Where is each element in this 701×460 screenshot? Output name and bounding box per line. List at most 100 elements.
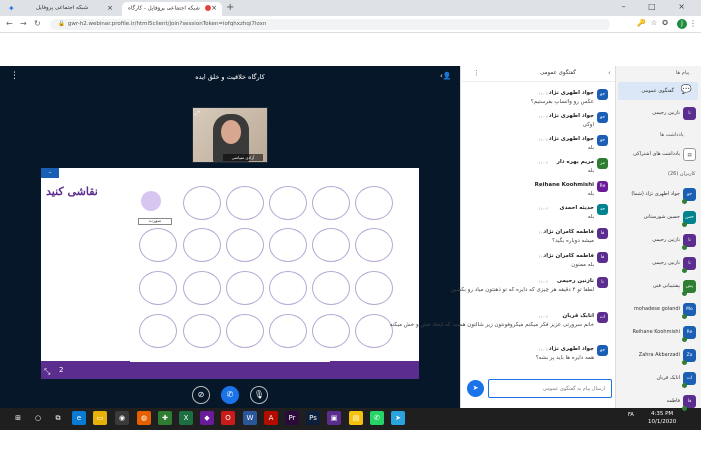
webcam-face [221, 120, 241, 144]
edge-icon[interactable]: e [72, 411, 86, 425]
folder-icon[interactable]: ▭ [93, 411, 107, 425]
public-chat-label: گفتگوی عمومی [641, 88, 674, 94]
message-time: ۱۱:۰۶ [538, 254, 548, 259]
photoshop-icon[interactable]: Ps [306, 411, 320, 425]
user-list-item[interactable]: حس حسین شورستانی [617, 208, 699, 228]
message-text: بله [587, 214, 594, 220]
camera-button[interactable]: ⊘ [192, 386, 210, 404]
avatar: Re [597, 181, 608, 192]
expand-icon[interactable]: ⤢ [195, 110, 200, 118]
browser-tabbar: ✦ شبکه اجتماعی پروفایل × شبکه اجتماعی پر… [0, 0, 701, 16]
chat-input[interactable]: ارسال پیام به گفتگوی عمومی [488, 379, 612, 398]
tab-active[interactable]: شبکه اجتماعی پروفایل - کارگاه × [122, 2, 222, 16]
chat-message: نا نازنین رحیمی ۱۱:۰۶ لطفا تو ۴ دقیقه هر چی… [451, 277, 608, 301]
sender-name: جواد اطهری نژاد [548, 136, 594, 142]
user-name: اتابک قربان [656, 375, 681, 381]
browser-menu-icon[interactable]: ⋮ [689, 19, 697, 28]
message-text: بله [587, 191, 594, 197]
message-time: ۱۱:۰۶ [538, 137, 548, 142]
whatsapp-icon[interactable]: ✆ [370, 411, 384, 425]
app-icon: ✦ [8, 4, 15, 13]
user-list-item[interactable]: نا نازنین رحیمی [617, 254, 699, 274]
whiteboard-minimize-button[interactable]: – [41, 168, 59, 178]
excel-icon[interactable]: X [179, 411, 193, 425]
chat-message: جو جواد اطهری نژاد ۱۱:۰۶ بله [468, 135, 608, 159]
user-list-item[interactable]: Za Zahra Akbarzadi [617, 346, 699, 366]
drawn-circle [312, 186, 350, 220]
message-time: ۱۱:۰۶ [538, 230, 548, 235]
drawn-circle [226, 314, 264, 348]
user-list-item[interactable]: نا نازنین رحیمی [617, 231, 699, 251]
user-name: پشتیبانی فنی [652, 283, 680, 289]
drawn-circle [139, 228, 177, 262]
new-tab-button[interactable]: + [226, 2, 234, 13]
avatar: ات [597, 312, 608, 323]
tab-close-icon[interactable]: × [107, 4, 113, 12]
notes-icon[interactable]: ▤ [349, 411, 363, 425]
user-list-item[interactable]: پش پشتیبانی فنی [617, 277, 699, 297]
chat-back-icon[interactable]: ‹ [608, 69, 611, 77]
shared-notes-item[interactable]: ▤ یادداشت های اشتراکی [617, 145, 699, 165]
drawn-circle [355, 271, 393, 305]
send-button[interactable]: ➤ [467, 380, 484, 397]
window-controls[interactable]: – □ × [622, 2, 695, 11]
status-dot [682, 291, 687, 296]
app-icon[interactable]: ◆ [200, 411, 214, 425]
start-icon[interactable]: ⊞ [11, 411, 25, 425]
user-name: جواد اطهری نژاد (شما) [631, 191, 680, 197]
forward-icon[interactable]: → [20, 19, 27, 28]
status-dot [682, 383, 687, 388]
messages-header: پیام ها [676, 70, 690, 76]
chat-message: ات اتابک قربان ۱۱:۰۶ خانم سرورتی عزیز فکر م… [390, 312, 608, 336]
extension-icons[interactable]: 🔑☆✪ [637, 19, 673, 27]
users-toggle-icon[interactable]: ‹👤 [440, 72, 452, 80]
drawn-circle [312, 228, 350, 262]
user-list-item[interactable]: Mo mohadese golandi [617, 300, 699, 320]
chat-options-icon[interactable]: ⋮ [473, 69, 480, 77]
user-list-item[interactable]: ات اتابک قربان [617, 369, 699, 389]
acrobat-icon[interactable]: A [264, 411, 278, 425]
search-icon[interactable]: ○ [31, 411, 45, 425]
mic-button[interactable]: 🎙 [250, 386, 268, 404]
back-icon[interactable]: ← [6, 19, 13, 28]
drawn-circle [269, 228, 307, 262]
webcam-tile[interactable]: ⤢ آزادی سپاسی [192, 107, 268, 163]
chat-message: جو جواد اطهری نژاد ۱۱:۰۶ همه دایره ها باید … [468, 345, 608, 369]
taskbar-language[interactable]: FA [628, 411, 634, 419]
user-list-item[interactable]: فا فاطمه [617, 392, 699, 412]
word-icon[interactable]: W [243, 411, 257, 425]
app-icon[interactable]: ✚ [158, 411, 172, 425]
url-field[interactable]: 🔒 gwr-h2.webinar.profile.ir/html5client/j… [50, 19, 610, 30]
telegram-icon[interactable]: ➤ [391, 411, 405, 425]
audio-phone-button[interactable]: ✆ [221, 386, 239, 404]
options-menu-icon[interactable]: ⋮ [10, 71, 19, 81]
taskbar-clock[interactable]: 4:35 PM 10/1/2020 [648, 410, 676, 426]
profile-avatar[interactable]: J [677, 19, 687, 29]
app-icon[interactable]: ▣ [327, 411, 341, 425]
tab-inactive[interactable]: شبکه اجتماعی پروفایل × [30, 2, 118, 16]
public-chat-item[interactable]: گفتگوی عمومی 💬 [618, 82, 698, 100]
firefox-icon[interactable]: ◍ [137, 411, 151, 425]
drawn-circle [183, 228, 221, 262]
status-dot [682, 222, 687, 227]
message-text: میشه دوباره بگید؟ [552, 238, 594, 244]
user-list-item[interactable]: Re Reihane Koohmishi [617, 323, 699, 343]
opera-icon[interactable]: O [221, 411, 235, 425]
drawn-circle [355, 228, 393, 262]
sender-name: جواد اطهری نژاد [548, 113, 594, 119]
status-dot [682, 314, 687, 319]
user-list-item[interactable]: جو جواد اطهری نژاد (شما) [617, 185, 699, 205]
drawn-circle [269, 271, 307, 305]
address-bar: ← → ↻ 🔒 gwr-h2.webinar.profile.ir/html5cl… [0, 16, 701, 33]
fullscreen-icon[interactable]: ⤡ [44, 367, 50, 377]
pinned-chat-user[interactable]: نا نازنین رحیمی [617, 104, 699, 124]
reload-icon[interactable]: ↻ [34, 19, 41, 28]
message-time: ۱۱:۰۶ [538, 279, 548, 284]
user-name: mohadese golandi [633, 306, 680, 312]
tab-close-icon[interactable]: × [211, 4, 217, 12]
task-view-icon[interactable]: ⧉ [51, 411, 65, 425]
page-bottom-margin [0, 430, 701, 460]
premiere-icon[interactable]: Pr [285, 411, 299, 425]
chat-message: Re Reihane Koohmishi ۱۱:۰۶ بله [468, 181, 608, 205]
chrome-icon[interactable]: ◉ [115, 411, 129, 425]
